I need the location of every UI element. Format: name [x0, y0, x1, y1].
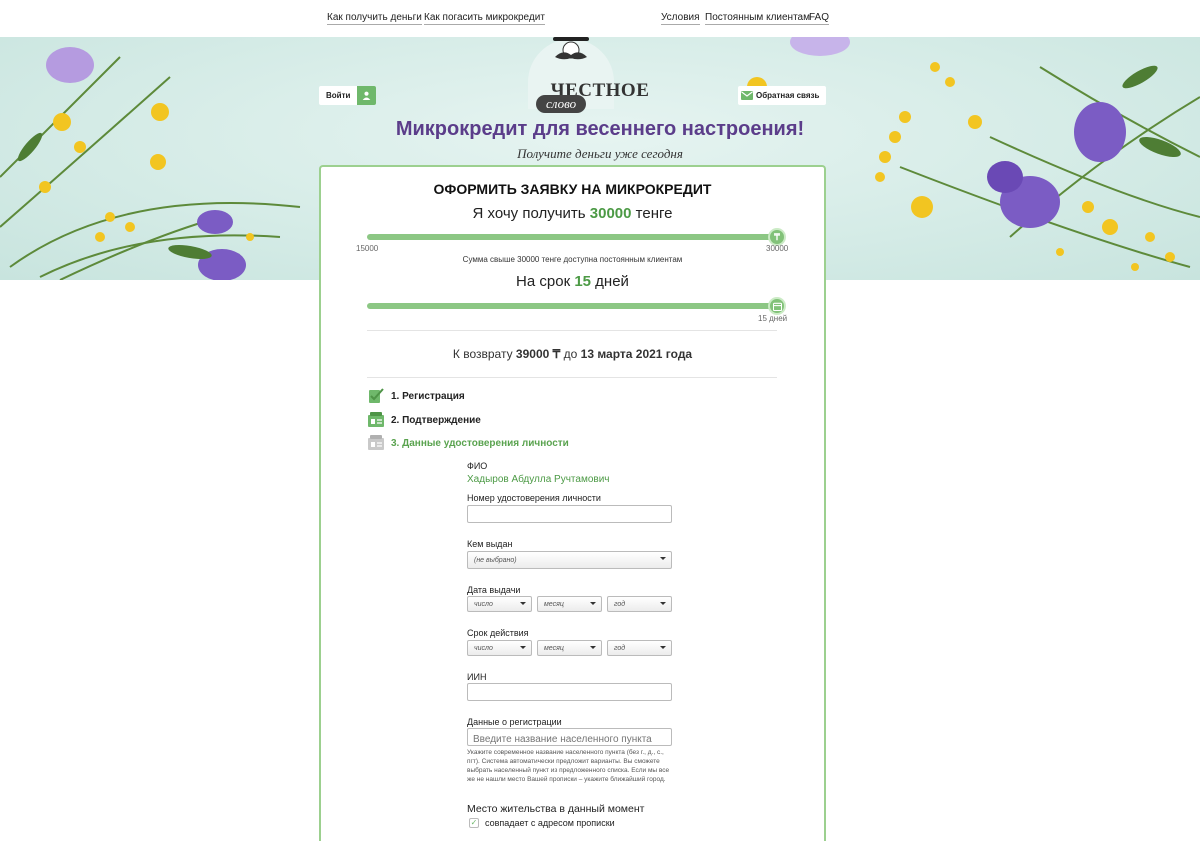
term-prefix: На срок	[516, 273, 571, 290]
return-prefix: К возврату	[452, 347, 513, 361]
chevron-down-icon	[590, 646, 596, 649]
nav-link-faq[interactable]: FAQ	[809, 12, 830, 25]
id-number-label: Номер удостоверения личности	[467, 493, 601, 503]
step-label: 3. Данные удостоверения личности	[391, 437, 569, 449]
user-icon	[357, 86, 377, 105]
return-mid: до	[563, 347, 578, 361]
amount-suffix: тенге	[635, 205, 673, 222]
term-suffix: дней	[595, 273, 629, 290]
validity-label: Срок действия	[467, 628, 529, 638]
iin-input[interactable]	[468, 686, 671, 703]
nav-link-conditions[interactable]: Условия	[661, 12, 700, 25]
feedback-button[interactable]: Обратная связь	[738, 86, 826, 105]
page-title: Микрокредит для весеннего настроения!	[395, 118, 805, 140]
login-button[interactable]: Войти	[319, 86, 377, 105]
nav-link-how-to-get-money[interactable]: Как получить деньги	[327, 12, 422, 25]
chevron-down-icon	[590, 602, 596, 605]
amount-max-label: 30000	[766, 244, 789, 253]
step-label: 1. Регистрация	[391, 390, 465, 402]
step-identity-data: 3. Данные удостоверения личности	[367, 434, 569, 452]
amount-min-label: 15000	[356, 244, 379, 253]
term-slider-handle[interactable]	[768, 297, 786, 315]
amount-slider-track[interactable]	[367, 234, 777, 240]
term-summary: На срок 15 дней	[321, 273, 824, 290]
issued-by-label: Кем выдан	[467, 539, 513, 549]
return-amount: 39000 ₸	[515, 347, 561, 361]
chevron-down-icon	[660, 602, 666, 605]
page-subtitle: Получите деньги уже сегодня	[517, 146, 683, 161]
iin-label: ИИН	[467, 672, 487, 682]
step-label: 2. Подтверждение	[391, 414, 481, 426]
id-number-field[interactable]	[467, 505, 672, 525]
iin-field[interactable]	[467, 683, 672, 703]
amount-value: 30000	[589, 205, 632, 222]
amount-hint: Сумма свыше 30000 тенге доступна постоян…	[462, 255, 683, 264]
id-card-icon	[368, 435, 384, 450]
logo-wordmark-bottom: слово	[536, 95, 587, 113]
logo-wordmark-top: ЧЕСТНОЕ	[550, 80, 650, 101]
calendar-icon	[772, 302, 782, 311]
issue-day-value: число	[474, 600, 493, 608]
amount-summary: Я хочу получить 30000 тенге	[321, 205, 824, 222]
same-address-checkbox[interactable]: ✓	[469, 818, 479, 828]
nav-link-how-to-repay[interactable]: Как погасить микрокредит	[424, 12, 545, 25]
validity-year-select[interactable]: год	[607, 640, 672, 656]
registration-field[interactable]	[467, 728, 672, 748]
chevron-down-icon	[660, 557, 666, 560]
divider	[367, 377, 777, 378]
residence-label: Место жительства в данный момент	[467, 803, 645, 815]
issued-by-value: (не выбрано)	[474, 556, 517, 564]
divider	[367, 330, 777, 331]
term-slider-track[interactable]	[367, 303, 777, 309]
registration-note: Укажите современное название населенного…	[467, 749, 670, 783]
registration-input[interactable]	[468, 731, 671, 748]
checkmark-icon: ✓	[470, 818, 478, 827]
id-number-input[interactable]	[468, 508, 671, 525]
fio-label: ФИО	[467, 461, 488, 471]
issue-month-value: месяц	[544, 600, 564, 608]
same-address-checkbox-row[interactable]: ✓ совпадает с адресом прописки	[469, 818, 615, 828]
chevron-down-icon	[520, 602, 526, 605]
validity-year-value: год	[614, 644, 626, 652]
document-stamp-icon	[368, 412, 384, 427]
validity-day-select[interactable]: число	[467, 640, 532, 656]
return-date: 13 марта 2021 года	[580, 347, 693, 361]
step-confirmation: 2. Подтверждение	[367, 411, 481, 429]
mail-icon	[738, 86, 756, 105]
top-navigation: Как получить деньги Как погасить микрокр…	[0, 0, 1200, 37]
issued-by-select[interactable]: (не выбрано)	[467, 551, 672, 569]
validity-month-select[interactable]: месяц	[537, 640, 602, 656]
same-address-label: совпадает с адресом прописки	[485, 818, 615, 828]
application-form-card: ОФОРМИТЬ ЗАЯВКУ НА МИКРОКРЕДИТ Я хочу по…	[319, 165, 826, 841]
issue-month-select[interactable]: месяц	[537, 596, 602, 612]
nav-link-regular-clients[interactable]: Постоянным клиентам	[705, 12, 810, 25]
checklist-icon	[369, 388, 384, 403]
chevron-down-icon	[520, 646, 526, 649]
logo-gentleman-icon	[553, 37, 589, 60]
issue-day-select[interactable]: число	[467, 596, 532, 612]
amount-prefix: Я хочу получить	[472, 205, 586, 222]
term-value: 15	[574, 273, 591, 290]
tenge-icon: ₸	[774, 231, 780, 242]
validity-day-value: число	[474, 644, 493, 652]
fio-value: Хадыров Абдулла Ручтамович	[467, 474, 610, 485]
feedback-button-label: Обратная связь	[756, 91, 820, 100]
issue-date-label: Дата выдачи	[467, 585, 521, 595]
validity-month-value: месяц	[544, 644, 564, 652]
step-registration: 1. Регистрация	[367, 387, 465, 405]
return-summary: К возврату 39000 ₸ до 13 марта 2021 года	[321, 347, 824, 361]
issue-year-value: год	[614, 600, 626, 608]
form-title: ОФОРМИТЬ ЗАЯВКУ НА МИКРОКРЕДИТ	[433, 181, 712, 197]
term-max-label: 15 дней	[758, 314, 788, 323]
registration-label: Данные о регистрации	[467, 717, 562, 727]
issue-year-select[interactable]: год	[607, 596, 672, 612]
login-button-label: Войти	[326, 91, 351, 100]
chevron-down-icon	[660, 646, 666, 649]
